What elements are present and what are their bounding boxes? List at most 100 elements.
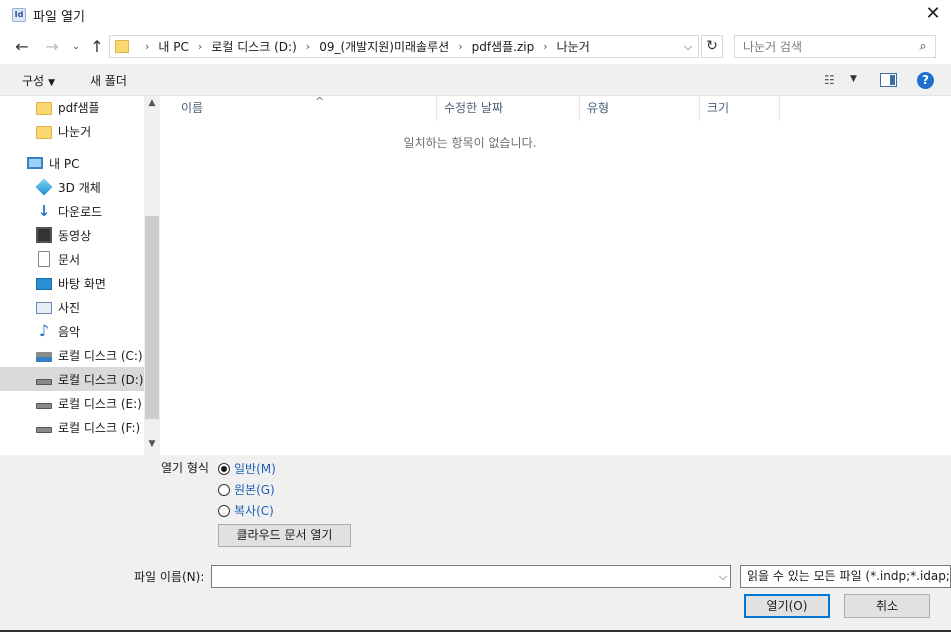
nav-item-label: 동영상	[58, 228, 92, 243]
nav-item-desktop[interactable]: 바탕 화면	[0, 271, 144, 295]
nav-item-drive-d[interactable]: 로컬 디스크 (D:)	[0, 367, 144, 391]
breadcrumb-item[interactable]: 로컬 디스크 (D:)	[211, 38, 296, 55]
nav-item-pdf-sample[interactable]: pdf샘플	[0, 96, 144, 119]
help-icon[interactable]: ?	[917, 72, 934, 89]
computer-icon	[27, 157, 43, 169]
nav-item-label: 로컬 디스크 (F:)	[58, 420, 141, 435]
refresh-icon[interactable]: ↻	[701, 35, 723, 58]
address-dropdown-chevron-icon[interactable]: ⌵	[680, 38, 696, 56]
caret-down-icon: ▼	[48, 78, 56, 88]
organize-label: 구성	[22, 74, 45, 88]
nav-item-drive-c[interactable]: 로컬 디스크 (C:)	[0, 343, 144, 367]
scrollbar-thumb[interactable]	[145, 216, 159, 419]
nav-pane-scrollbar[interactable]: ▲ ▼	[144, 96, 160, 455]
radio-button[interactable]	[218, 483, 230, 496]
chevron-right-icon[interactable]: ›	[198, 40, 202, 53]
file-list[interactable]: 이름 ^ 수정한 날짜 유형 크기 일치하는 항목이 없습니다.	[160, 95, 951, 455]
column-header-size[interactable]: 크기	[700, 96, 780, 121]
open-button[interactable]: 열기(O)	[744, 594, 830, 618]
nav-item-label: 로컬 디스크 (E:)	[58, 396, 142, 411]
picture-icon	[36, 302, 52, 314]
new-folder-button[interactable]: 새 폴더	[90, 72, 127, 89]
nav-item-label: 문서	[58, 252, 81, 267]
nav-item-label: 3D 개체	[58, 180, 101, 195]
up-arrow-icon[interactable]: ↑	[87, 37, 107, 57]
radio-open-copy[interactable]: 복사(C)	[218, 502, 274, 519]
organize-button[interactable]: 구성 ▼	[22, 72, 55, 89]
file-type-select[interactable]: 읽을 수 있는 모든 파일 (*.indp;*.idap;*	[740, 565, 951, 588]
chevron-right-icon[interactable]: ›	[306, 40, 310, 53]
nav-item-videos[interactable]: 동영상	[0, 223, 144, 247]
nav-item-nanungeo[interactable]: 나눈거	[0, 119, 144, 143]
radio-label[interactable]: 일반(M)	[234, 460, 276, 477]
cancel-button[interactable]: 취소	[844, 594, 930, 618]
document-icon	[38, 251, 50, 267]
radio-button[interactable]	[218, 504, 230, 517]
scroll-up-icon[interactable]: ▲	[144, 98, 160, 112]
command-toolbar: 구성 ▼ 새 폴더 ☷ ▼ ?	[0, 64, 951, 96]
breadcrumb-item[interactable]: pdf샘플.zip	[472, 38, 535, 55]
chevron-down-icon[interactable]: ⌵	[715, 568, 731, 586]
open-cloud-document-button[interactable]: 클라우드 문서 열기	[218, 524, 351, 547]
nav-item-label: 로컬 디스크 (D:)	[58, 372, 144, 387]
drive-icon	[36, 352, 52, 362]
recent-locations-chevron-icon[interactable]: ⌄	[66, 37, 86, 57]
open-as-label: 열기 형식	[161, 461, 209, 475]
folder-icon	[36, 125, 52, 139]
address-bar[interactable]: › 내 PC › 로컬 디스크 (D:) › 09_(개발지원)미래솔루션 › …	[109, 35, 699, 58]
radio-button-checked[interactable]	[218, 462, 230, 475]
scroll-down-icon[interactable]: ▼	[144, 439, 160, 453]
nav-item-label: 사진	[58, 300, 81, 315]
nav-item-pictures[interactable]: 사진	[0, 295, 144, 319]
breadcrumb: › 내 PC › 로컬 디스크 (D:) › 09_(개발지원)미래솔루션 › …	[136, 36, 590, 57]
breadcrumb-item[interactable]: 09_(개발지원)미래솔루션	[319, 38, 449, 55]
nav-item-this-pc[interactable]: 내 PC	[0, 151, 144, 175]
sort-ascending-icon: ^	[315, 95, 325, 108]
drive-icon	[36, 403, 52, 409]
nav-item-music[interactable]: ♪ 음악	[0, 319, 144, 343]
nav-item-label: 바탕 화면	[58, 276, 106, 291]
nav-item-3d-objects[interactable]: 3D 개체	[0, 175, 144, 199]
video-icon	[36, 227, 52, 243]
chevron-right-icon[interactable]: ›	[458, 40, 462, 53]
nav-item-label: pdf샘플	[58, 100, 100, 115]
desktop-icon	[36, 278, 52, 290]
back-arrow-icon[interactable]: ←	[12, 37, 32, 57]
navigation-pane: pdf샘플 나눈거 내 PC 3D 개체 ↓ 다운로드 동영상 문서 바탕 화면…	[0, 96, 160, 455]
close-icon[interactable]: ✕	[918, 2, 948, 28]
file-name-label: 파일 이름(N):	[134, 570, 205, 584]
search-box[interactable]: ⌕	[734, 35, 936, 58]
folder-icon	[115, 40, 129, 53]
nav-item-label: 로컬 디스크 (C:)	[58, 348, 143, 363]
chevron-right-icon[interactable]: ›	[543, 40, 547, 53]
forward-arrow-icon[interactable]: →	[42, 37, 62, 57]
column-header-type[interactable]: 유형	[580, 96, 700, 121]
chevron-right-icon: ›	[145, 40, 150, 53]
caret-down-icon[interactable]: ▼	[850, 74, 857, 84]
dialog-footer: 열기 형식 일반(M) 원본(G) 복사(C) 클라우드 문서 열기 파일 이름…	[0, 455, 951, 632]
empty-list-message: 일치하는 항목이 없습니다.	[403, 136, 537, 150]
breadcrumb-item[interactable]: 내 PC	[158, 38, 188, 55]
preview-pane-icon[interactable]	[880, 73, 897, 87]
nav-item-downloads[interactable]: ↓ 다운로드	[0, 199, 144, 223]
file-name-combobox[interactable]: ⌵	[211, 565, 731, 588]
file-name-input[interactable]	[212, 566, 712, 587]
radio-label[interactable]: 복사(C)	[234, 502, 274, 519]
nav-item-drive-f[interactable]: 로컬 디스크 (F:)	[0, 415, 144, 439]
column-header-date-modified[interactable]: 수정한 날짜	[436, 96, 580, 121]
nav-item-label: 다운로드	[58, 204, 103, 219]
radio-label[interactable]: 원본(G)	[234, 481, 275, 498]
search-input[interactable]	[735, 36, 913, 57]
radio-open-original[interactable]: 원본(G)	[218, 481, 275, 498]
drive-icon	[36, 427, 52, 433]
breadcrumb-item[interactable]: 나눈거	[557, 38, 590, 55]
column-header-name[interactable]: 이름 ^	[174, 95, 436, 121]
search-icon[interactable]: ⌕	[915, 39, 931, 55]
radio-open-normal[interactable]: 일반(M)	[218, 460, 276, 477]
3d-objects-icon	[35, 178, 53, 196]
folder-icon	[36, 101, 52, 115]
nav-item-drive-e[interactable]: 로컬 디스크 (E:)	[0, 391, 144, 415]
nav-item-documents[interactable]: 문서	[0, 247, 144, 271]
indesign-app-icon: Id	[12, 8, 26, 22]
view-details-icon[interactable]: ☷	[824, 73, 842, 87]
